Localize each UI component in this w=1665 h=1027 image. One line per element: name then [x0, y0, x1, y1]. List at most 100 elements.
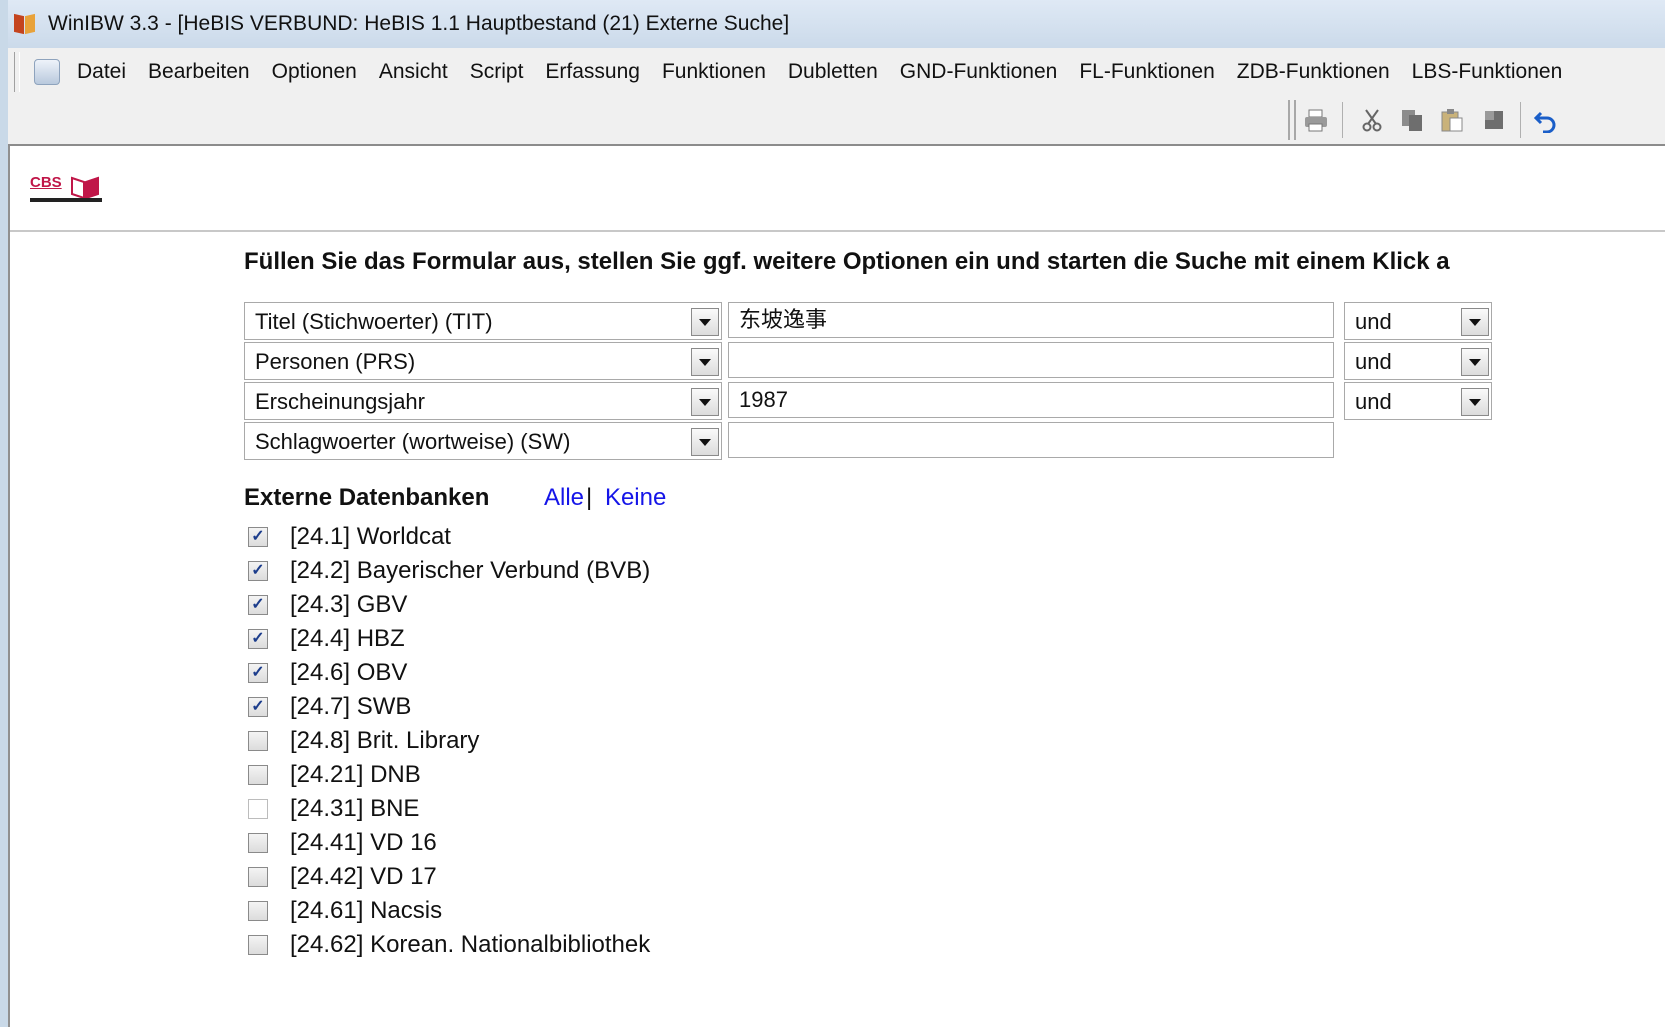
database-label: [24.8] Brit. Library: [290, 727, 480, 754]
dropdown-arrow-icon[interactable]: [1461, 348, 1489, 376]
database-label: [24.42] VD 17: [290, 863, 437, 890]
database-checkbox[interactable]: ✓: [248, 629, 268, 649]
external-databases-heading: Externe Datenbanken: [244, 484, 490, 511]
dropdown-arrow-icon[interactable]: [691, 348, 719, 376]
winibw-app-icon[interactable]: [14, 13, 36, 35]
database-checkbox[interactable]: [248, 867, 268, 887]
database-checkbox[interactable]: ✓: [248, 527, 268, 547]
paste-icon[interactable]: [1438, 106, 1466, 134]
form-instruction: Füllen Sie das Formular aus, stellen Sie…: [244, 248, 1450, 275]
database-label: [24.4] HBZ: [290, 625, 405, 652]
field-select-value: Titel (Stichwoerter) (TIT): [255, 309, 493, 334]
operator-select-2[interactable]: und: [1344, 342, 1492, 380]
list-item: [24.62] Korean. Nationalbibliothek: [248, 928, 650, 962]
list-item: [24.41] VD 16: [248, 826, 650, 860]
operator-select-1[interactable]: und: [1344, 302, 1492, 340]
database-label: [24.2] Bayerischer Verbund (BVB): [290, 557, 651, 584]
operator-value: und: [1355, 349, 1392, 374]
app-window: WinIBW 3.3 - [HeBIS VERBUND: HeBIS 1.1 H…: [8, 0, 1665, 1027]
field-select-value: Erscheinungsjahr: [255, 389, 425, 414]
list-item: ✓ [24.4] HBZ: [248, 622, 650, 656]
field-select-value: Schlagwoerter (wortweise) (SW): [255, 429, 571, 454]
database-label: [24.61] Nacsis: [290, 897, 443, 924]
menu-datei[interactable]: Datei: [66, 60, 137, 84]
database-label: [24.41] VD 16: [290, 829, 437, 856]
select-links: Alle| Keine: [544, 484, 666, 512]
menubar-grip[interactable]: [14, 52, 20, 92]
link-separator: |: [586, 484, 593, 511]
cut-icon[interactable]: [1358, 106, 1386, 134]
database-checkbox[interactable]: ✓: [248, 595, 268, 615]
database-label: [24.7] SWB: [290, 693, 412, 720]
list-item: ✓ [24.3] GBV: [248, 588, 650, 622]
field-select-1[interactable]: Titel (Stichwoerter) (TIT): [244, 302, 722, 340]
print-icon[interactable]: [1302, 106, 1330, 134]
operator-value: und: [1355, 389, 1392, 414]
database-checkbox[interactable]: ✓: [248, 697, 268, 717]
menu-bearbeiten[interactable]: Bearbeiten: [137, 60, 261, 84]
cbs-logo: CBS: [30, 174, 104, 204]
database-checkbox[interactable]: ✓: [248, 663, 268, 683]
database-checkbox[interactable]: [248, 901, 268, 921]
list-item: ✓ [24.2] Bayerischer Verbund (BVB): [248, 554, 650, 588]
list-item: ✓ [24.7] SWB: [248, 690, 650, 724]
document-icon[interactable]: [34, 59, 60, 85]
menu-gnd-funktionen[interactable]: GND-Funktionen: [889, 60, 1069, 84]
menu-script[interactable]: Script: [459, 60, 535, 84]
copy-icon[interactable]: [1398, 106, 1426, 134]
toolbar-separator: [1520, 102, 1521, 138]
menu-lbs-funktionen[interactable]: LBS-Funktionen: [1401, 60, 1574, 84]
window-title: WinIBW 3.3 - [HeBIS VERBUND: HeBIS 1.1 H…: [48, 12, 790, 35]
cbs-header: CBS: [10, 146, 1665, 232]
dropdown-arrow-icon[interactable]: [1461, 308, 1489, 336]
logo-underline: [30, 198, 102, 202]
database-checkbox[interactable]: ✓: [248, 561, 268, 581]
database-checkbox[interactable]: [248, 799, 268, 819]
stop-icon[interactable]: [1480, 106, 1508, 134]
select-none-link[interactable]: Keine: [605, 484, 666, 511]
toolbar: [8, 96, 1665, 146]
operator-select-3[interactable]: und: [1344, 382, 1492, 420]
dropdown-arrow-icon[interactable]: [691, 428, 719, 456]
list-item: [24.31] BNE: [248, 792, 650, 826]
menu-zdb-funktionen[interactable]: ZDB-Funktionen: [1226, 60, 1401, 84]
menu-ansicht[interactable]: Ansicht: [368, 60, 459, 84]
database-label: [24.3] GBV: [290, 591, 408, 618]
dropdown-arrow-icon[interactable]: [1461, 388, 1489, 416]
menu-optionen[interactable]: Optionen: [261, 60, 368, 84]
title-bar: WinIBW 3.3 - [HeBIS VERBUND: HeBIS 1.1 H…: [8, 0, 1665, 49]
menu-erfassung[interactable]: Erfassung: [534, 60, 651, 84]
cbs-logo-text: CBS: [30, 174, 62, 191]
database-checkbox[interactable]: [248, 935, 268, 955]
menu-dubletten[interactable]: Dubletten: [777, 60, 889, 84]
content-area: CBS Füllen Sie das Formular aus, stellen…: [8, 146, 1665, 1027]
database-label: [24.6] OBV: [290, 659, 408, 686]
search-term-input-1[interactable]: 东坡逸事: [728, 302, 1334, 338]
field-select-2[interactable]: Personen (PRS): [244, 342, 722, 380]
search-term-input-3[interactable]: 1987: [728, 382, 1334, 418]
database-checkbox[interactable]: [248, 731, 268, 751]
field-select-4[interactable]: Schlagwoerter (wortweise) (SW): [244, 422, 722, 460]
database-label: [24.21] DNB: [290, 761, 421, 788]
database-checkbox[interactable]: [248, 765, 268, 785]
list-item: ✓ [24.6] OBV: [248, 656, 650, 690]
database-label: [24.62] Korean. Nationalbibliothek: [290, 931, 651, 958]
search-term-input-4[interactable]: [728, 422, 1334, 458]
dropdown-arrow-icon[interactable]: [691, 388, 719, 416]
menu-fl-funktionen[interactable]: FL-Funktionen: [1068, 60, 1225, 84]
database-list: ✓ [24.1] Worldcat ✓ [24.2] Bayerischer Ver…: [248, 520, 650, 962]
list-item: [24.42] VD 17: [248, 860, 650, 894]
list-item: [24.8] Brit. Library: [248, 724, 650, 758]
search-term-input-2[interactable]: [728, 342, 1334, 378]
book-icon: [71, 176, 99, 200]
dropdown-arrow-icon[interactable]: [691, 308, 719, 336]
field-select-3[interactable]: Erscheinungsjahr: [244, 382, 722, 420]
undo-icon[interactable]: [1532, 106, 1560, 134]
toolbar-grip[interactable]: [1288, 100, 1296, 140]
database-checkbox[interactable]: [248, 833, 268, 853]
menu-funktionen[interactable]: Funktionen: [651, 60, 777, 84]
list-item: [24.61] Nacsis: [248, 894, 650, 928]
select-all-link[interactable]: Alle: [544, 484, 584, 511]
list-item: [24.21] DNB: [248, 758, 650, 792]
menu-bar: Datei Bearbeiten Optionen Ansicht Script…: [8, 48, 1665, 97]
